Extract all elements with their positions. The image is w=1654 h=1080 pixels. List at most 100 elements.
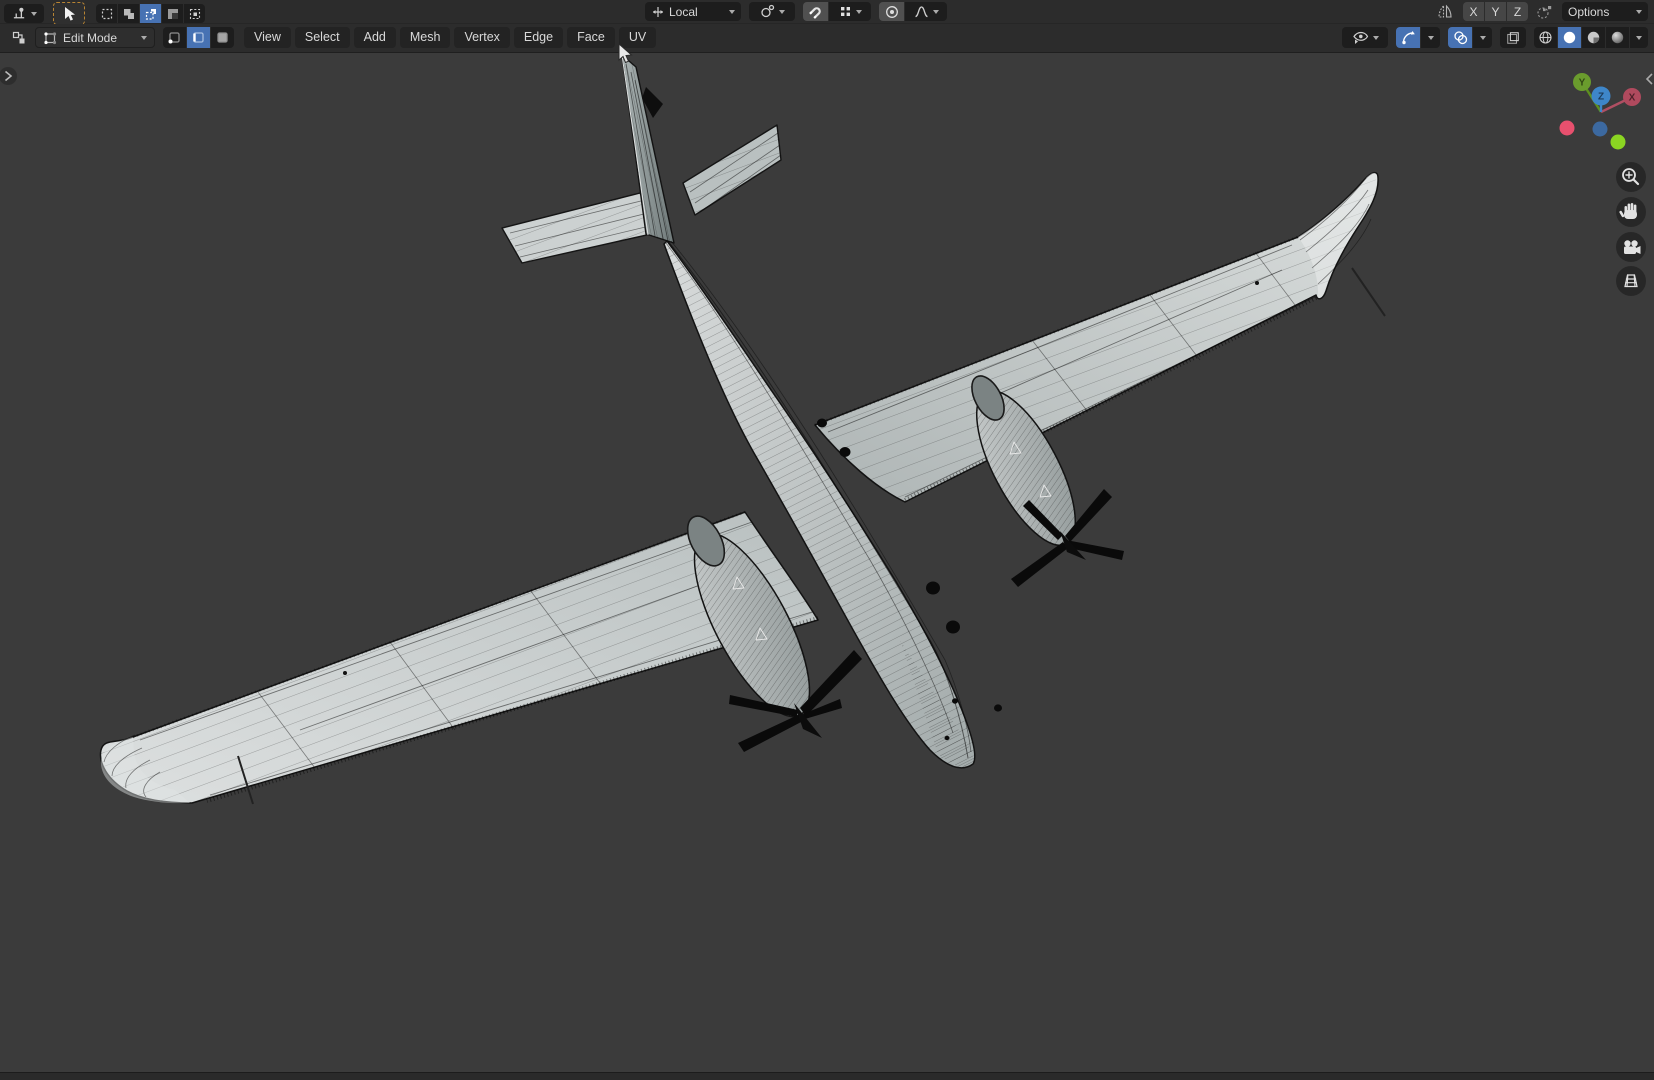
menu-mesh[interactable]: Mesh bbox=[399, 27, 451, 48]
magnet-icon bbox=[808, 6, 821, 19]
wireframe-globe-icon bbox=[1539, 31, 1552, 44]
select-set-icon bbox=[101, 8, 112, 19]
mirror-y-label: Y bbox=[1491, 4, 1500, 19]
menu-face[interactable]: Face bbox=[567, 27, 615, 48]
chevron-down-icon bbox=[729, 9, 735, 14]
mouse-cursor bbox=[618, 43, 633, 64]
visibility-eye-icon bbox=[1352, 31, 1368, 44]
face-select-icon bbox=[217, 32, 228, 43]
transform-orientation-dropdown[interactable]: Local bbox=[645, 2, 741, 21]
editor-type-icon bbox=[12, 31, 25, 43]
snap-increment-icon bbox=[840, 7, 850, 16]
overlays-group bbox=[1448, 27, 1492, 48]
object-visibility-dropdown[interactable] bbox=[1342, 27, 1388, 48]
shading-dropdown[interactable] bbox=[1630, 27, 1648, 48]
falloff-curve-icon bbox=[914, 6, 928, 18]
chevron-down-icon bbox=[141, 35, 147, 40]
shading-wireframe-button[interactable] bbox=[1534, 27, 1557, 48]
menu-add[interactable]: Add bbox=[353, 27, 396, 48]
material-preview-sphere-icon bbox=[1587, 31, 1600, 44]
menu-edge[interactable]: Edge bbox=[513, 27, 564, 48]
chevron-down-icon bbox=[778, 9, 785, 14]
select-invert-button[interactable] bbox=[162, 4, 183, 23]
select-extend-icon bbox=[123, 8, 134, 19]
overlays-dropdown[interactable] bbox=[1473, 27, 1492, 48]
chevron-down-icon bbox=[855, 9, 862, 14]
3d-viewport[interactable]: Y Z X bbox=[0, 0, 1654, 1080]
svg-text:Y: Y bbox=[1579, 78, 1586, 89]
proportional-editing-icon bbox=[885, 5, 898, 18]
menu-vertex[interactable]: Vertex bbox=[454, 27, 510, 48]
shading-solid-button[interactable] bbox=[1558, 27, 1581, 48]
pivot-point-dropdown[interactable] bbox=[749, 2, 795, 21]
select-set-button[interactable] bbox=[96, 4, 117, 23]
blender-window: { "tool_settings": { "orientation_label"… bbox=[0, 0, 1654, 1080]
edge-select-button[interactable] bbox=[187, 27, 210, 48]
snap-toggle-button[interactable] bbox=[803, 2, 828, 21]
mirror-x-label: X bbox=[1469, 4, 1478, 19]
snap-target-dropdown[interactable] bbox=[829, 2, 871, 21]
pan-hand-button[interactable] bbox=[1616, 197, 1646, 227]
chevron-down-icon bbox=[1479, 35, 1486, 40]
menu-select[interactable]: Select bbox=[294, 27, 350, 48]
select-invert-icon bbox=[167, 8, 178, 19]
gizmo-axis-z-neg[interactable] bbox=[1592, 121, 1608, 137]
svg-text:X: X bbox=[1629, 93, 1636, 104]
proportional-projected-icon[interactable] bbox=[1536, 4, 1554, 20]
mirror-y-button[interactable]: Y bbox=[1485, 2, 1506, 21]
orthographic-toggle-button[interactable] bbox=[1616, 266, 1646, 296]
options-dropdown[interactable]: Options bbox=[1562, 2, 1648, 21]
select-subtract-icon bbox=[145, 8, 156, 20]
mirror-icon[interactable] bbox=[1435, 4, 1455, 20]
select-mode-group bbox=[96, 4, 205, 23]
gizmo-axis-y-neg[interactable] bbox=[1610, 134, 1626, 150]
chevron-down-icon bbox=[1427, 35, 1434, 40]
svg-text:Z: Z bbox=[1598, 92, 1604, 103]
xray-toggle[interactable] bbox=[1500, 27, 1526, 48]
gizmo-axis-y[interactable]: Y bbox=[1573, 73, 1591, 91]
chevron-down-icon bbox=[1636, 9, 1642, 14]
select-extend-button[interactable] bbox=[118, 4, 139, 23]
proportional-edit-group bbox=[879, 2, 947, 21]
mirror-z-label: Z bbox=[1513, 4, 1522, 19]
statusbar-edge bbox=[0, 1072, 1654, 1080]
options-label: Options bbox=[1568, 4, 1610, 19]
gizmo-axis-z[interactable]: Z bbox=[1591, 86, 1611, 106]
orientation-icon bbox=[653, 6, 663, 17]
proportional-editing-toggle[interactable] bbox=[879, 2, 904, 21]
mirror-axis-group: X Y Z bbox=[1463, 2, 1528, 21]
shading-rendered-button[interactable] bbox=[1606, 27, 1629, 48]
shading-material-button[interactable] bbox=[1582, 27, 1605, 48]
vertex-select-icon bbox=[168, 32, 180, 44]
snapping-group bbox=[803, 2, 871, 21]
select-subtract-button[interactable] bbox=[140, 4, 161, 23]
rendered-sphere-icon bbox=[1611, 31, 1624, 44]
mode-label: Edit Mode bbox=[63, 30, 118, 45]
select-intersect-button[interactable] bbox=[184, 4, 205, 23]
edge-select-icon bbox=[193, 32, 204, 43]
edit-mode-icon bbox=[44, 32, 57, 45]
pivot-icon bbox=[760, 4, 774, 18]
camera-view-button[interactable] bbox=[1616, 232, 1646, 262]
overlays-icon bbox=[1453, 31, 1467, 45]
chevron-down-icon bbox=[30, 11, 37, 16]
chevron-down-icon bbox=[932, 9, 939, 14]
gizmo-axis-x-neg[interactable] bbox=[1559, 120, 1575, 136]
show-overlays-toggle[interactable] bbox=[1448, 27, 1472, 48]
editor-type-selector[interactable] bbox=[4, 4, 44, 23]
solid-sphere-icon bbox=[1563, 31, 1576, 44]
gizmos-dropdown[interactable] bbox=[1421, 27, 1440, 48]
mirror-z-button[interactable]: Z bbox=[1507, 2, 1528, 21]
mirror-x-button[interactable]: X bbox=[1463, 2, 1484, 21]
show-gizmos-toggle[interactable] bbox=[1396, 27, 1420, 48]
editor-type-button[interactable] bbox=[6, 28, 32, 47]
face-select-button[interactable] bbox=[211, 27, 234, 48]
vertex-select-button[interactable] bbox=[163, 27, 186, 48]
chevron-down-icon bbox=[1636, 35, 1642, 40]
mode-selector-dropdown[interactable]: Edit Mode bbox=[35, 27, 155, 48]
proportional-falloff-dropdown[interactable] bbox=[905, 2, 947, 21]
gizmo-axis-x[interactable]: X bbox=[1623, 88, 1641, 106]
menu-view[interactable]: View bbox=[244, 27, 291, 48]
active-tool-tweak[interactable] bbox=[53, 2, 85, 25]
zoom-button[interactable] bbox=[1616, 162, 1646, 192]
